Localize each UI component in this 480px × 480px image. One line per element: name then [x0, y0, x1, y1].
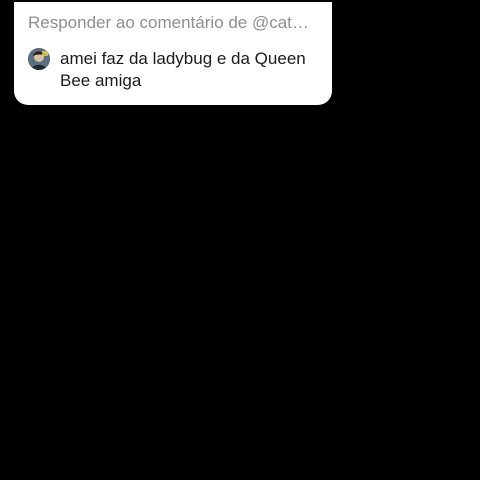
- reply-header: Responder ao comentário de @cat…: [28, 13, 309, 32]
- reply-comment-sticker[interactable]: Responder ao comentário de @cat… amei fa…: [14, 2, 332, 105]
- user-avatar-icon: [28, 48, 50, 70]
- video-screen: Responder ao comentário de @cat… amei fa…: [0, 0, 480, 480]
- comment-text: amei faz da ladybug e da Queen Bee amiga: [60, 49, 306, 90]
